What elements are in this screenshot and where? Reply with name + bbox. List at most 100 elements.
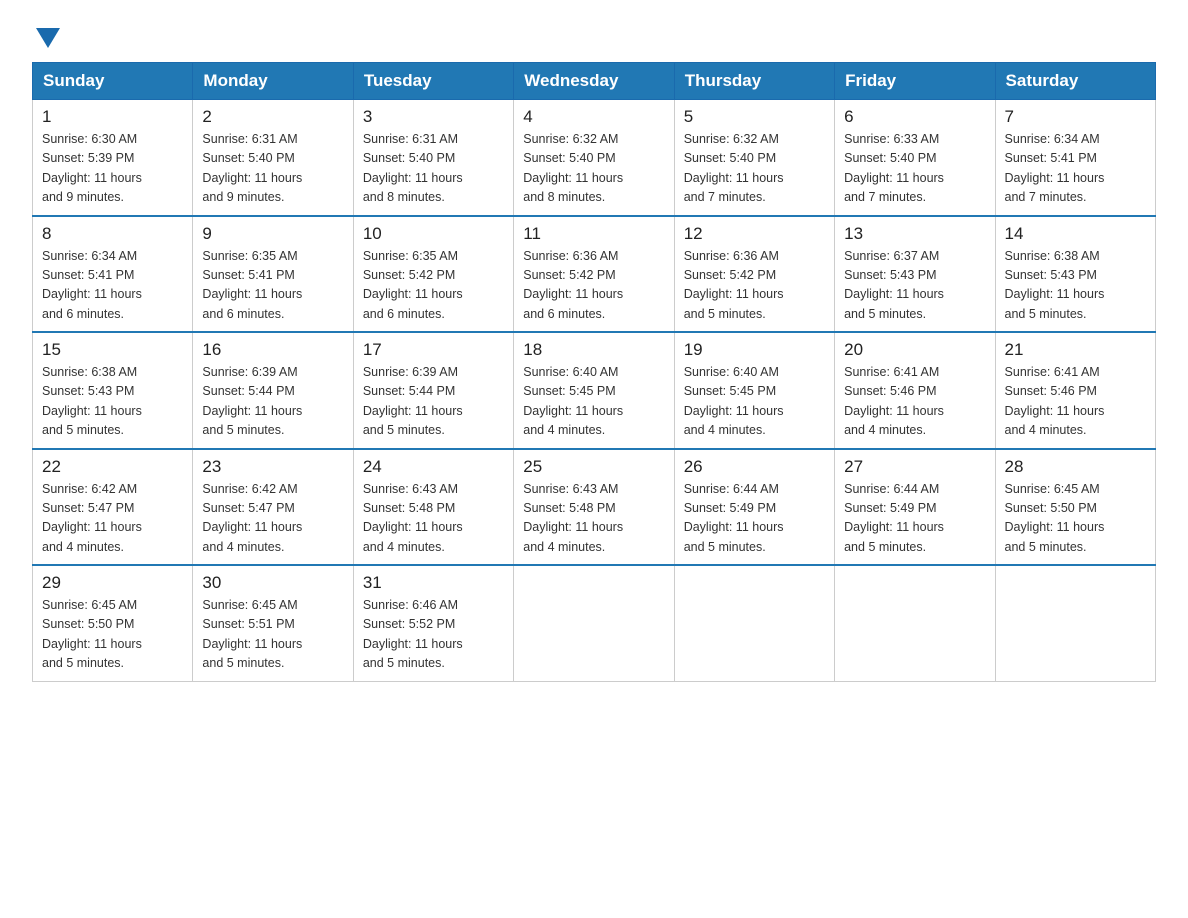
day-info: Sunrise: 6:38 AMSunset: 5:43 PMDaylight:… <box>42 363 183 441</box>
calendar-cell: 14 Sunrise: 6:38 AMSunset: 5:43 PMDayligh… <box>995 216 1155 333</box>
day-number: 23 <box>202 457 343 477</box>
day-number: 17 <box>363 340 504 360</box>
day-info: Sunrise: 6:30 AMSunset: 5:39 PMDaylight:… <box>42 130 183 208</box>
day-info: Sunrise: 6:44 AMSunset: 5:49 PMDaylight:… <box>684 480 825 558</box>
day-info: Sunrise: 6:45 AMSunset: 5:50 PMDaylight:… <box>1005 480 1146 558</box>
calendar-table: SundayMondayTuesdayWednesdayThursdayFrid… <box>32 62 1156 682</box>
day-number: 7 <box>1005 107 1146 127</box>
day-number: 16 <box>202 340 343 360</box>
day-number: 15 <box>42 340 183 360</box>
calendar-cell: 29 Sunrise: 6:45 AMSunset: 5:50 PMDayligh… <box>33 565 193 681</box>
day-number: 25 <box>523 457 664 477</box>
calendar-cell: 12 Sunrise: 6:36 AMSunset: 5:42 PMDayligh… <box>674 216 834 333</box>
week-row-1: 1 Sunrise: 6:30 AMSunset: 5:39 PMDaylight… <box>33 100 1156 216</box>
day-info: Sunrise: 6:31 AMSunset: 5:40 PMDaylight:… <box>202 130 343 208</box>
calendar-cell: 5 Sunrise: 6:32 AMSunset: 5:40 PMDaylight… <box>674 100 834 216</box>
day-number: 30 <box>202 573 343 593</box>
day-number: 3 <box>363 107 504 127</box>
day-info: Sunrise: 6:46 AMSunset: 5:52 PMDaylight:… <box>363 596 504 674</box>
day-number: 6 <box>844 107 985 127</box>
header-row: SundayMondayTuesdayWednesdayThursdayFrid… <box>33 63 1156 100</box>
calendar-cell: 26 Sunrise: 6:44 AMSunset: 5:49 PMDayligh… <box>674 449 834 566</box>
day-info: Sunrise: 6:38 AMSunset: 5:43 PMDaylight:… <box>1005 247 1146 325</box>
calendar-cell <box>995 565 1155 681</box>
day-number: 19 <box>684 340 825 360</box>
day-number: 20 <box>844 340 985 360</box>
calendar-cell: 4 Sunrise: 6:32 AMSunset: 5:40 PMDaylight… <box>514 100 674 216</box>
calendar-cell: 24Sunrise: 6:43 AMSunset: 5:48 PMDayligh… <box>353 449 513 566</box>
header-saturday: Saturday <box>995 63 1155 100</box>
day-number: 13 <box>844 224 985 244</box>
day-number: 12 <box>684 224 825 244</box>
header-thursday: Thursday <box>674 63 834 100</box>
calendar-cell <box>674 565 834 681</box>
day-info: Sunrise: 6:32 AMSunset: 5:40 PMDaylight:… <box>684 130 825 208</box>
day-number: 10 <box>363 224 504 244</box>
calendar-cell: 13Sunrise: 6:37 AMSunset: 5:43 PMDayligh… <box>835 216 995 333</box>
calendar-cell: 27Sunrise: 6:44 AMSunset: 5:49 PMDayligh… <box>835 449 995 566</box>
calendar-cell: 18 Sunrise: 6:40 AMSunset: 5:45 PMDayligh… <box>514 332 674 449</box>
calendar-cell: 7 Sunrise: 6:34 AMSunset: 5:41 PMDaylight… <box>995 100 1155 216</box>
day-info: Sunrise: 6:32 AMSunset: 5:40 PMDaylight:… <box>523 130 664 208</box>
day-number: 11 <box>523 224 664 244</box>
calendar-header: SundayMondayTuesdayWednesdayThursdayFrid… <box>33 63 1156 100</box>
calendar-cell: 16Sunrise: 6:39 AMSunset: 5:44 PMDayligh… <box>193 332 353 449</box>
day-info: Sunrise: 6:45 AMSunset: 5:50 PMDaylight:… <box>42 596 183 674</box>
calendar-cell: 21Sunrise: 6:41 AMSunset: 5:46 PMDayligh… <box>995 332 1155 449</box>
calendar-cell: 3 Sunrise: 6:31 AMSunset: 5:40 PMDaylight… <box>353 100 513 216</box>
calendar-cell: 25 Sunrise: 6:43 AMSunset: 5:48 PMDayligh… <box>514 449 674 566</box>
day-number: 14 <box>1005 224 1146 244</box>
calendar-cell: 9Sunrise: 6:35 AMSunset: 5:41 PMDaylight… <box>193 216 353 333</box>
logo-triangle-icon <box>36 28 60 48</box>
day-number: 26 <box>684 457 825 477</box>
day-info: Sunrise: 6:33 AMSunset: 5:40 PMDaylight:… <box>844 130 985 208</box>
day-number: 4 <box>523 107 664 127</box>
calendar-cell: 19 Sunrise: 6:40 AMSunset: 5:45 PMDayligh… <box>674 332 834 449</box>
day-number: 5 <box>684 107 825 127</box>
day-number: 29 <box>42 573 183 593</box>
header-sunday: Sunday <box>33 63 193 100</box>
day-info: Sunrise: 6:40 AMSunset: 5:45 PMDaylight:… <box>684 363 825 441</box>
day-number: 1 <box>42 107 183 127</box>
day-number: 8 <box>42 224 183 244</box>
calendar-cell: 10 Sunrise: 6:35 AMSunset: 5:42 PMDayligh… <box>353 216 513 333</box>
day-info: Sunrise: 6:35 AMSunset: 5:42 PMDaylight:… <box>363 247 504 325</box>
day-number: 22 <box>42 457 183 477</box>
calendar-cell: 28 Sunrise: 6:45 AMSunset: 5:50 PMDayligh… <box>995 449 1155 566</box>
day-info: Sunrise: 6:45 AMSunset: 5:51 PMDaylight:… <box>202 596 343 674</box>
header-wednesday: Wednesday <box>514 63 674 100</box>
day-info: Sunrise: 6:43 AMSunset: 5:48 PMDaylight:… <box>523 480 664 558</box>
day-info: Sunrise: 6:39 AMSunset: 5:44 PMDaylight:… <box>363 363 504 441</box>
day-info: Sunrise: 6:34 AMSunset: 5:41 PMDaylight:… <box>1005 130 1146 208</box>
calendar-cell: 31 Sunrise: 6:46 AMSunset: 5:52 PMDayligh… <box>353 565 513 681</box>
day-number: 2 <box>202 107 343 127</box>
calendar-cell: 20 Sunrise: 6:41 AMSunset: 5:46 PMDayligh… <box>835 332 995 449</box>
week-row-4: 22 Sunrise: 6:42 AMSunset: 5:47 PMDayligh… <box>33 449 1156 566</box>
week-row-3: 15 Sunrise: 6:38 AMSunset: 5:43 PMDayligh… <box>33 332 1156 449</box>
day-number: 21 <box>1005 340 1146 360</box>
calendar-cell: 30 Sunrise: 6:45 AMSunset: 5:51 PMDayligh… <box>193 565 353 681</box>
day-info: Sunrise: 6:31 AMSunset: 5:40 PMDaylight:… <box>363 130 504 208</box>
day-number: 28 <box>1005 457 1146 477</box>
calendar-cell: 11Sunrise: 6:36 AMSunset: 5:42 PMDayligh… <box>514 216 674 333</box>
calendar-cell: 6 Sunrise: 6:33 AMSunset: 5:40 PMDaylight… <box>835 100 995 216</box>
calendar-body: 1 Sunrise: 6:30 AMSunset: 5:39 PMDaylight… <box>33 100 1156 682</box>
day-info: Sunrise: 6:42 AMSunset: 5:47 PMDaylight:… <box>202 480 343 558</box>
day-info: Sunrise: 6:43 AMSunset: 5:48 PMDaylight:… <box>363 480 504 558</box>
calendar-cell <box>835 565 995 681</box>
day-number: 18 <box>523 340 664 360</box>
day-number: 9 <box>202 224 343 244</box>
calendar-cell <box>514 565 674 681</box>
calendar-cell: 17 Sunrise: 6:39 AMSunset: 5:44 PMDayligh… <box>353 332 513 449</box>
calendar-cell: 2 Sunrise: 6:31 AMSunset: 5:40 PMDaylight… <box>193 100 353 216</box>
day-info: Sunrise: 6:34 AMSunset: 5:41 PMDaylight:… <box>42 247 183 325</box>
calendar-cell: 22 Sunrise: 6:42 AMSunset: 5:47 PMDayligh… <box>33 449 193 566</box>
day-info: Sunrise: 6:42 AMSunset: 5:47 PMDaylight:… <box>42 480 183 558</box>
calendar-cell: 15 Sunrise: 6:38 AMSunset: 5:43 PMDayligh… <box>33 332 193 449</box>
day-number: 27 <box>844 457 985 477</box>
day-number: 31 <box>363 573 504 593</box>
day-info: Sunrise: 6:36 AMSunset: 5:42 PMDaylight:… <box>684 247 825 325</box>
day-info: Sunrise: 6:41 AMSunset: 5:46 PMDaylight:… <box>844 363 985 441</box>
calendar-cell: 8 Sunrise: 6:34 AMSunset: 5:41 PMDaylight… <box>33 216 193 333</box>
day-info: Sunrise: 6:40 AMSunset: 5:45 PMDaylight:… <box>523 363 664 441</box>
